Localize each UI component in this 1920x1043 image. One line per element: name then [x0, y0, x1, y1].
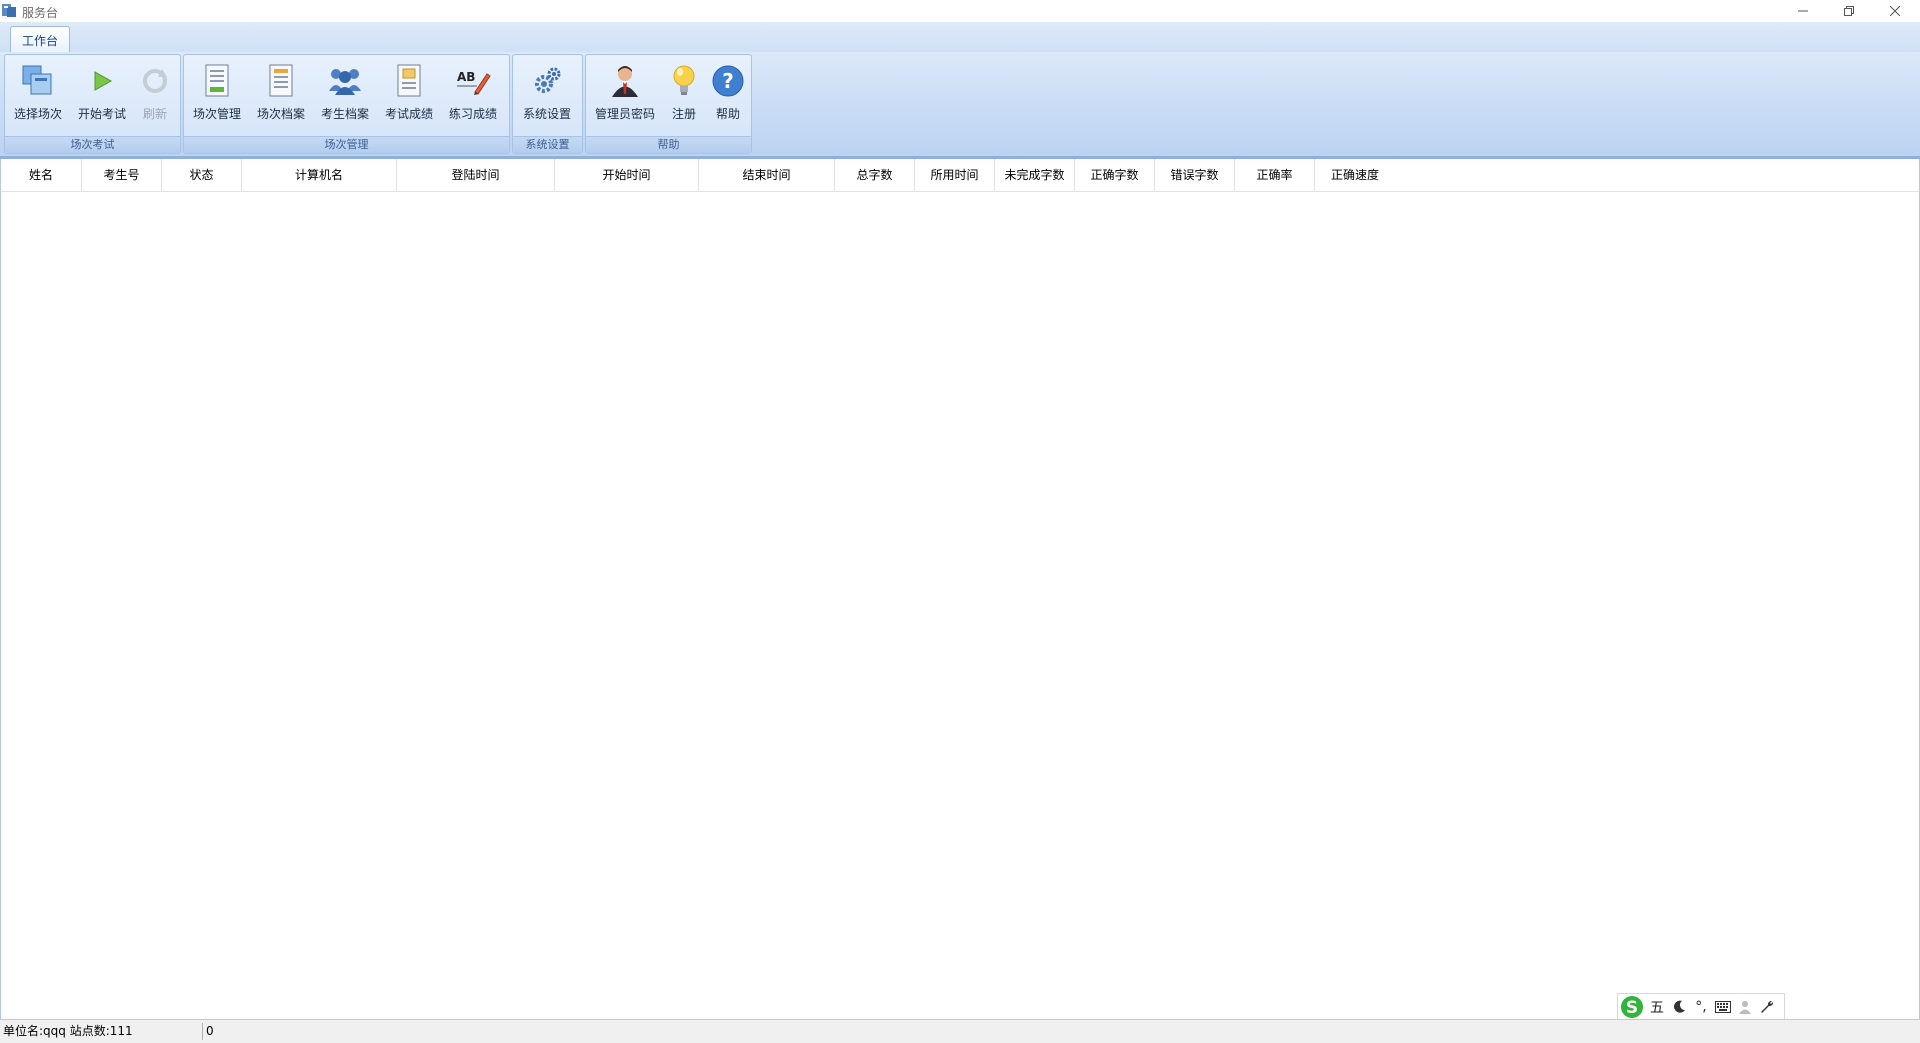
user-icon[interactable] — [1734, 995, 1756, 1019]
restore-button[interactable] — [1826, 0, 1872, 22]
column-header-accuracy[interactable]: 正确率 — [1235, 159, 1315, 191]
column-header-end-time[interactable]: 结束时间 — [699, 159, 835, 191]
column-header-computer-name[interactable]: 计算机名 — [242, 159, 397, 191]
admin-user-icon — [607, 63, 643, 99]
practice-score-button[interactable]: AB 练习成绩 — [446, 59, 500, 135]
column-header-name[interactable]: 姓名 — [1, 159, 82, 191]
refresh-button[interactable]: 刷新 — [137, 59, 173, 135]
group-caption-system-settings: 系统设置 — [513, 136, 582, 153]
admin-password-label: 管理员密码 — [594, 107, 655, 121]
wrench-icon[interactable] — [1756, 995, 1778, 1019]
ribbon-group-help: 管理员密码 注册 ? 帮助 帮助 — [585, 54, 752, 154]
help-button[interactable]: ? 帮助 — [708, 59, 748, 135]
column-header-student-id[interactable]: 考生号 — [82, 159, 162, 191]
gears-icon — [529, 63, 565, 99]
exam-score-button[interactable]: 考试成绩 — [382, 59, 436, 135]
help-label: 帮助 — [715, 107, 740, 121]
status-bar: 单位名:qqq 站点数:111 0 — [0, 1019, 1920, 1043]
group-caption-help: 帮助 — [586, 136, 751, 153]
ribbon: 选择场次 开始考试 刷新 场次考试 场次管理 场次档案 考生档案 考试成绩 AB… — [0, 52, 1920, 159]
ribbon-group-session-management: 场次管理 场次档案 考生档案 考试成绩 AB 练习成绩 场次管理 — [183, 54, 510, 154]
close-icon — [1890, 6, 1900, 16]
lightbulb-icon — [666, 63, 702, 99]
select-session-label: 选择场次 — [13, 107, 62, 121]
ime-mode-toggle[interactable]: 五 — [1646, 995, 1668, 1019]
play-icon — [84, 63, 120, 99]
minimize-button[interactable] — [1780, 0, 1826, 22]
ime-toolbar: S 五 °, — [1617, 993, 1785, 1021]
restore-icon — [1844, 6, 1854, 16]
admin-password-button[interactable]: 管理员密码 — [592, 59, 658, 135]
column-header-unfinished-chars[interactable]: 未完成字数 — [995, 159, 1075, 191]
ribbon-tab-strip: 工作台 — [0, 22, 1920, 53]
window-title: 服务台 — [22, 6, 59, 20]
session-archive-icon — [263, 63, 299, 99]
status-org-info: 单位名:qqq 站点数:111 — [3, 1024, 133, 1038]
start-exam-label: 开始考试 — [77, 107, 126, 121]
help-icon: ? — [710, 63, 746, 99]
status-count: 0 — [206, 1024, 214, 1038]
ribbon-group-session-exam: 选择场次 开始考试 刷新 场次考试 — [4, 54, 181, 154]
spelling-pencil-icon: AB — [455, 63, 491, 99]
status-separator — [202, 1023, 203, 1040]
register-button[interactable]: 注册 — [664, 59, 704, 135]
svg-text:S: S — [1626, 998, 1638, 1018]
column-header-login-time[interactable]: 登陆时间 — [397, 159, 555, 191]
student-archive-button[interactable]: 考生档案 — [318, 59, 372, 135]
sogou-logo-icon[interactable]: S — [1618, 995, 1646, 1019]
start-exam-button[interactable]: 开始考试 — [75, 59, 129, 135]
select-session-icon — [20, 63, 56, 99]
system-settings-label: 系统设置 — [522, 107, 571, 121]
student-table[interactable]: 姓名 考生号 状态 计算机名 登陆时间 开始时间 结束时间 总字数 所用时间 未… — [0, 159, 1920, 1019]
keyboard-icon[interactable] — [1712, 995, 1734, 1019]
register-label: 注册 — [671, 107, 696, 121]
moon-icon[interactable] — [1668, 995, 1690, 1019]
exam-score-icon — [391, 63, 427, 99]
session-management-button[interactable]: 场次管理 — [190, 59, 244, 135]
session-archive-button[interactable]: 场次档案 — [254, 59, 308, 135]
column-header-wrong-chars[interactable]: 错误字数 — [1155, 159, 1235, 191]
column-header-start-time[interactable]: 开始时间 — [555, 159, 699, 191]
table-header: 姓名 考生号 状态 计算机名 登陆时间 开始时间 结束时间 总字数 所用时间 未… — [1, 159, 1919, 192]
column-header-status[interactable]: 状态 — [162, 159, 242, 191]
session-archive-label: 场次档案 — [256, 107, 305, 121]
app-icon — [2, 3, 16, 17]
practice-score-label: 练习成绩 — [448, 107, 497, 121]
svg-text:?: ? — [722, 69, 734, 93]
title-bar: 服务台 — [0, 0, 1920, 22]
session-document-icon — [199, 63, 235, 99]
student-archive-label: 考生档案 — [320, 107, 369, 121]
users-icon — [327, 63, 363, 99]
svg-text:AB: AB — [457, 70, 475, 84]
column-header-correct-speed[interactable]: 正确速度 — [1315, 159, 1395, 191]
refresh-label: 刷新 — [142, 107, 167, 121]
punctuation-icon[interactable]: °, — [1690, 995, 1712, 1019]
refresh-icon — [137, 63, 173, 99]
group-caption-session-management: 场次管理 — [184, 136, 509, 153]
minimize-icon — [1798, 10, 1808, 12]
column-header-correct-chars[interactable]: 正确字数 — [1075, 159, 1155, 191]
close-button[interactable] — [1872, 0, 1918, 22]
ribbon-group-system-settings: 系统设置 系统设置 — [512, 54, 583, 154]
column-header-total-chars[interactable]: 总字数 — [835, 159, 915, 191]
system-settings-button[interactable]: 系统设置 — [520, 59, 574, 135]
exam-score-label: 考试成绩 — [384, 107, 433, 121]
group-caption-session-exam: 场次考试 — [5, 136, 180, 153]
select-session-button[interactable]: 选择场次 — [11, 59, 65, 135]
session-management-label: 场次管理 — [192, 107, 241, 121]
column-header-time-used[interactable]: 所用时间 — [915, 159, 995, 191]
tab-workbench[interactable]: 工作台 — [10, 26, 70, 53]
